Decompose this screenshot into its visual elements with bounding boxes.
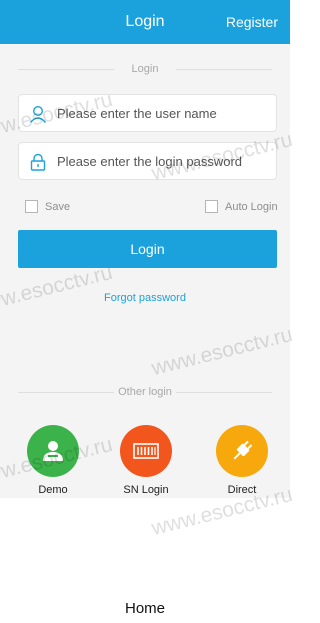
lock-icon [30, 153, 46, 171]
divider-line-right [176, 392, 272, 393]
save-checkbox[interactable]: Save [25, 199, 85, 215]
user-icon [29, 105, 47, 123]
demo-login-label: Demo [38, 484, 68, 496]
login-divider: Login [18, 62, 272, 76]
save-checkbox-box[interactable] [25, 200, 38, 213]
direct-login-circle[interactable] [216, 425, 268, 477]
login-button[interactable]: Login [18, 230, 277, 268]
header-bar: Login Register [0, 0, 290, 44]
plug-icon [233, 440, 253, 460]
direct-login-label: Direct [227, 484, 257, 496]
sn-login-label: SN Login [123, 484, 169, 496]
auto-login-checkbox[interactable]: Auto Login [205, 199, 280, 215]
password-input[interactable] [57, 143, 271, 179]
demo-login-circle[interactable] [27, 425, 79, 477]
demo-login-button[interactable]: Demo [18, 425, 88, 496]
register-link[interactable]: Register [226, 0, 278, 44]
login-screen: Login Register Login Save Auto Login Log… [0, 0, 290, 498]
divider-line-right [176, 69, 272, 70]
other-login-divider: Other login [18, 385, 272, 399]
sn-login-circle[interactable] [120, 425, 172, 477]
save-label: Save [45, 201, 71, 213]
forgot-password-link[interactable]: Forgot password [0, 292, 290, 304]
password-field[interactable] [18, 142, 277, 180]
sn-login-button[interactable]: SN Login [111, 425, 181, 496]
username-field[interactable] [18, 94, 277, 132]
direct-login-button[interactable]: Direct [207, 425, 277, 496]
home-tab[interactable]: Home [0, 600, 290, 617]
barcode-icon [133, 443, 159, 459]
user-icon [43, 441, 63, 461]
auto-login-checkbox-box[interactable] [205, 200, 218, 213]
auto-login-label: Auto Login [225, 201, 278, 213]
username-input[interactable] [57, 95, 271, 131]
